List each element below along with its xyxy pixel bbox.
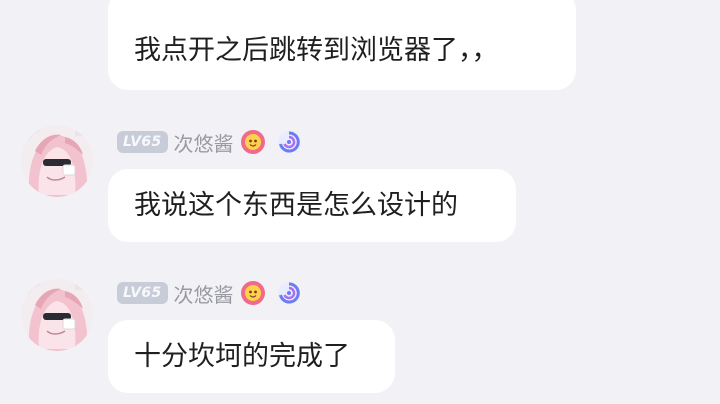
flower-badge-icon[interactable] bbox=[240, 280, 266, 306]
message-text: 我说这个东西是怎么设计的 bbox=[134, 190, 458, 221]
message-text: 我点开之后跳转到浏览器了，， bbox=[134, 35, 499, 66]
message-text: 十分坎坷的完成了 bbox=[134, 341, 350, 372]
swirl-badge-icon[interactable] bbox=[276, 129, 302, 155]
avatar[interactable] bbox=[21, 279, 93, 351]
chat-view: 我点开之后跳转到浏览器了，， LV65 次悠酱 我说这个东西是怎么设计的 LV6… bbox=[0, 0, 720, 404]
sender-meta: LV65 次悠酱 bbox=[117, 279, 302, 308]
sender-name[interactable]: 次悠酱 bbox=[174, 279, 234, 308]
message-bubble[interactable]: 十分坎坷的完成了 bbox=[108, 320, 395, 393]
level-badge: LV65 bbox=[117, 131, 168, 153]
sender-name[interactable]: 次悠酱 bbox=[174, 128, 234, 157]
avatar[interactable] bbox=[21, 125, 93, 197]
message-bubble[interactable]: 我点开之后跳转到浏览器了，， bbox=[108, 0, 576, 90]
sender-meta: LV65 次悠酱 bbox=[117, 128, 302, 157]
avatar-image bbox=[21, 279, 93, 351]
flower-badge-icon[interactable] bbox=[240, 129, 266, 155]
level-badge: LV65 bbox=[117, 282, 168, 304]
swirl-badge-icon[interactable] bbox=[276, 280, 302, 306]
message-bubble[interactable]: 我说这个东西是怎么设计的 bbox=[108, 169, 516, 242]
avatar-image bbox=[21, 125, 93, 197]
